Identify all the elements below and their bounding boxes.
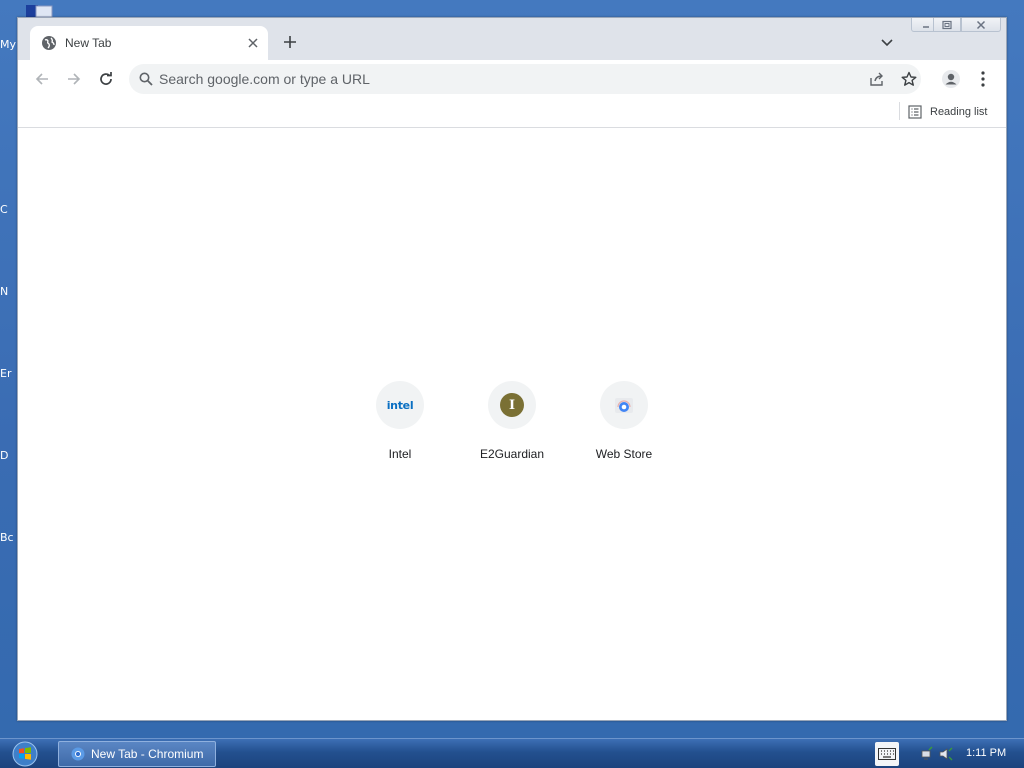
taskbar: New Tab - Chromium 1:11 PM [0, 738, 1024, 768]
reading-list-button[interactable]: Reading list [908, 102, 987, 122]
search-icon [139, 72, 153, 86]
taskbar-item-label: New Tab - Chromium [91, 747, 204, 761]
keyboard-icon[interactable] [875, 742, 899, 766]
divider [899, 102, 900, 120]
plus-icon[interactable] [280, 32, 300, 52]
new-tab-page: intel Intel I E2Guardian Web Store [18, 129, 1006, 720]
person-icon[interactable] [940, 68, 962, 90]
folder-icon[interactable] [24, 2, 54, 18]
shortcut-tile-e2guardian[interactable]: I E2Guardian [464, 381, 560, 481]
shortcut-icon [600, 381, 648, 429]
tab-title: New Tab [65, 36, 112, 50]
shortcut-icon: intel [376, 381, 424, 429]
desktop-icon-label[interactable]: My [0, 38, 18, 51]
tab-new-tab[interactable]: New Tab [30, 26, 268, 60]
desktop-icon-label[interactable]: Bc [0, 531, 18, 544]
desktop-icon-label[interactable]: N [0, 285, 18, 298]
arrow-left-icon[interactable] [31, 68, 53, 90]
desktop-icon-label[interactable]: Er [0, 367, 18, 380]
shortcut-label: Web Store [595, 447, 653, 461]
close-icon[interactable] [245, 35, 261, 51]
web-store-icon [615, 398, 633, 413]
reading-list-icon [908, 105, 922, 119]
letter-badge-icon: I [500, 393, 524, 417]
shortcut-label: Intel [388, 447, 412, 461]
share-icon[interactable] [869, 71, 885, 87]
kebab-menu-icon[interactable] [972, 68, 994, 90]
close-icon[interactable] [961, 18, 1001, 32]
bookmarks-bar: Reading list [18, 98, 1006, 128]
windows-logo-icon[interactable] [10, 740, 40, 768]
arrow-right-icon[interactable] [63, 68, 85, 90]
network-icon[interactable] [920, 746, 936, 762]
shortcut-label: E2Guardian [479, 447, 545, 461]
shortcut-tile-web-store[interactable]: Web Store [576, 381, 672, 481]
globe-icon [42, 36, 56, 50]
browser-window: New Tab Search google.com or type a URL … [17, 17, 1007, 721]
intel-logo-icon: intel [386, 398, 414, 412]
reload-icon[interactable] [95, 68, 117, 90]
desktop-icon-label[interactable]: C [0, 203, 18, 216]
toolbar [18, 60, 1006, 98]
chromium-icon [71, 747, 85, 761]
desktop-icon-label[interactable]: D [0, 449, 18, 462]
chevron-down-icon[interactable] [878, 34, 896, 52]
shortcut-tile-intel[interactable]: intel Intel [352, 381, 448, 481]
maximize-icon[interactable] [933, 18, 961, 32]
taskbar-item-chromium[interactable]: New Tab - Chromium [58, 741, 216, 767]
volume-icon[interactable] [938, 746, 954, 762]
tab-strip: New Tab [18, 18, 1006, 60]
address-input[interactable] [159, 64, 849, 94]
reading-list-label: Reading list [930, 106, 988, 118]
shortcut-icon: I [488, 381, 536, 429]
star-icon[interactable] [901, 71, 917, 87]
system-tray [920, 744, 954, 764]
clock[interactable]: 1:11 PM [966, 747, 1006, 759]
omnibox[interactable] [129, 64, 921, 94]
